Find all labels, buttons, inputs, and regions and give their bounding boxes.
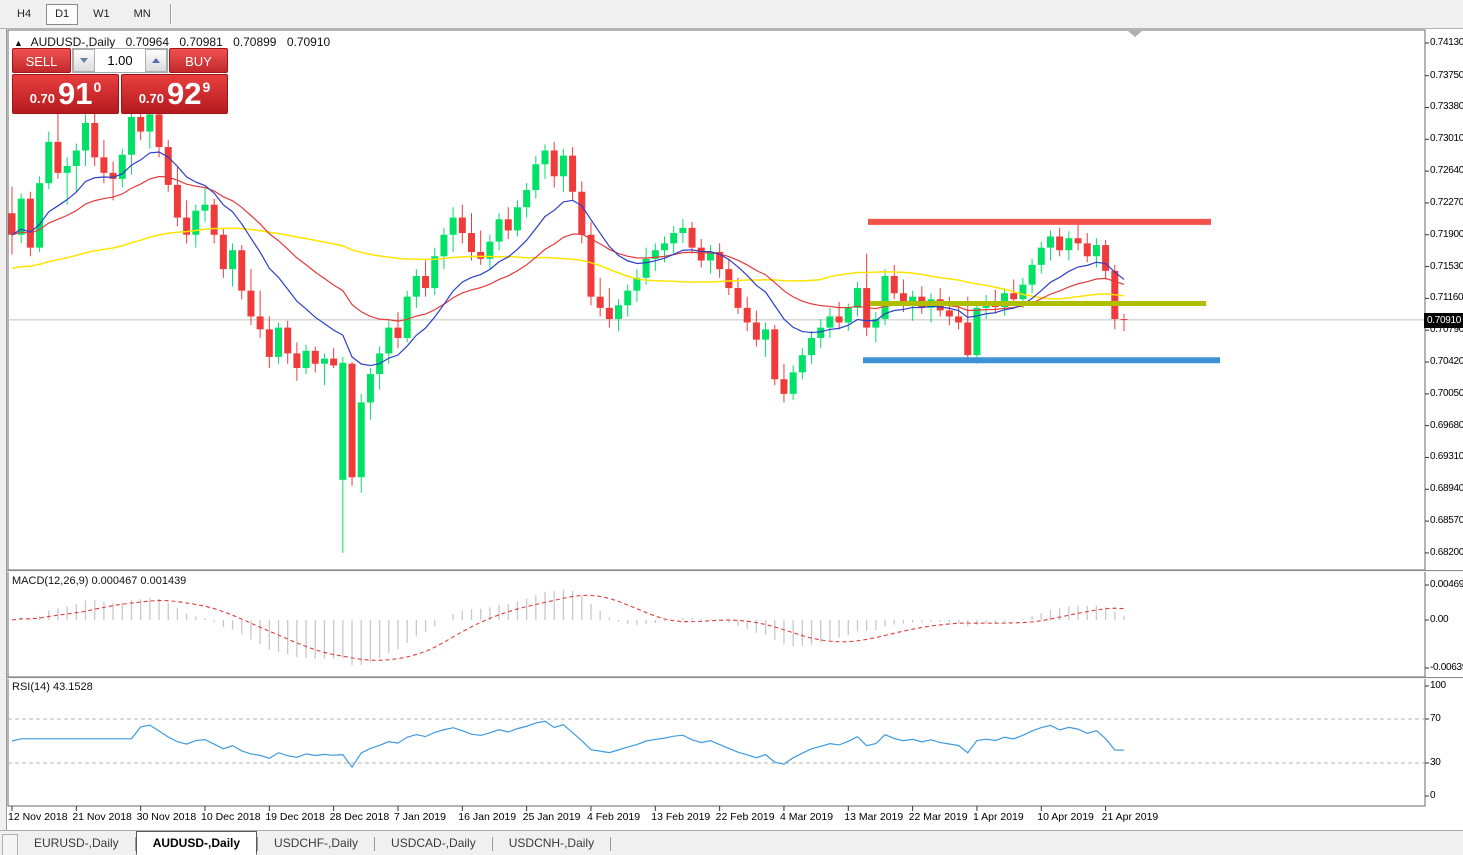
trading-terminal-window: H4 D1 W1 MN ▲ AUDUSD-,Daily 0.70964 0.70981…: [0, 0, 1463, 855]
buy-price-prefix: 0.70: [138, 91, 165, 106]
chart-title: ▲ AUDUSD-,Daily 0.70964 0.70981 0.70899 …: [14, 35, 330, 49]
date-axis-label: 28 Dec 2018: [329, 811, 390, 823]
date-axis-label: 21 Nov 2018: [72, 811, 132, 823]
date-axis-label: 4 Mar 2019: [779, 811, 834, 823]
volume-decrease-button[interactable]: [73, 49, 95, 72]
sell-button[interactable]: SELL: [12, 48, 71, 73]
sell-price-big: 91: [58, 76, 93, 111]
date-axis-label: 10 Apr 2019: [1037, 811, 1094, 823]
volume-input[interactable]: 1.00: [95, 49, 145, 72]
buy-price-pipette: 9: [202, 79, 211, 95]
window-left-edge: [0, 29, 7, 830]
symbol-tab-audusd[interactable]: AUDUSD-,Daily: [135, 831, 258, 855]
macd-axis-label: 0.004694: [1430, 579, 1463, 590]
chart-symbol-label: AUDUSD-,Daily: [30, 35, 116, 49]
price-axis-label: 0.73750: [1430, 69, 1463, 81]
date-axis-label: 19 Dec 2018: [265, 811, 325, 823]
date-axis-label: 13 Feb 2019: [651, 811, 711, 823]
price-axis-label: 0.73380: [1430, 101, 1463, 113]
tab-bar-stub: [2, 834, 18, 855]
macd-histogram: [20, 589, 1125, 666]
date-axis-label: 1 Apr 2019: [972, 811, 1024, 823]
rsi-line: [11, 720, 1125, 769]
ohlc-close: 0.70910: [286, 35, 331, 49]
symbol-tab-usdchf[interactable]: USDCHF-,Daily: [258, 832, 374, 855]
price-axis-label: 0.68200: [1430, 546, 1463, 558]
date-axis-label: 10 Dec 2018: [200, 811, 261, 823]
rsi-value: 43.1528: [52, 681, 93, 693]
rsi-axis-label: 70: [1430, 713, 1441, 724]
timeframe-tab-d1[interactable]: D1: [46, 3, 79, 25]
price-axis-label: 0.71900: [1430, 228, 1463, 240]
price-axis-label: 0.71160: [1430, 292, 1463, 304]
one-click-trading-panel: SELL 1.00 BUY 0.70 91 0 0.70 92 9: [12, 48, 228, 114]
sell-price-prefix: 0.70: [29, 91, 56, 106]
triangle-down-icon: [80, 58, 88, 63]
rsi-axis-label: 100: [1430, 680, 1446, 691]
volume-increase-button[interactable]: [145, 49, 167, 72]
date-axis-label: 25 Jan 2019: [522, 811, 581, 823]
price-axis-label: 0.73010: [1430, 133, 1463, 145]
price-axis-label: 0.68570: [1430, 515, 1463, 527]
objects-arrow-icon: ▲: [14, 38, 23, 48]
chart-shift-marker-icon[interactable]: [1128, 31, 1142, 37]
price-axis-label: 0.70420: [1430, 356, 1463, 368]
current-price-tag: 0.70910: [1424, 313, 1463, 328]
sell-price-pipette: 0: [93, 79, 102, 95]
price-axis-label: 0.68940: [1430, 483, 1463, 495]
price-axis-label: 0.70050: [1430, 387, 1463, 399]
candles-layer: [8, 105, 1128, 553]
timeframe-tab-h4[interactable]: H4: [8, 4, 40, 25]
timeframe-toolbar: H4 D1 W1 MN: [0, 0, 1463, 29]
date-axis-label: 13 Mar 2019: [844, 811, 904, 823]
rsi-axis-label: 0: [1430, 790, 1436, 801]
ohlc-high: 0.70981: [179, 35, 223, 49]
symbol-tab-usdcnh[interactable]: USDCNH-,Daily: [493, 832, 610, 855]
buy-price-panel[interactable]: 0.70 92 9: [121, 74, 228, 114]
macd-label: MACD(12,26,9) 0.000467 0.001439: [12, 575, 187, 587]
price-axis-label: 0.69680: [1430, 419, 1463, 431]
ohlc-low: 0.70899: [233, 35, 277, 49]
volume-spinner: 1.00: [72, 48, 168, 73]
price-axis-label: 0.72640: [1430, 165, 1463, 177]
buy-price-big: 92: [167, 76, 202, 111]
toolbar-separator: [169, 4, 172, 24]
ma-slow-line: [11, 227, 1125, 300]
price-axis-label: 0.74130: [1430, 37, 1463, 48]
macd-values: 0.000467 0.001439: [91, 575, 187, 587]
price-chart-canvas[interactable]: [0, 0, 1463, 855]
ohlc-open: 0.70964: [125, 35, 170, 49]
date-axis-label: 16 Jan 2019: [458, 811, 517, 823]
symbol-tab-bar: EURUSD-,Daily AUDUSD-,Daily USDCHF-,Daily U…: [0, 830, 1463, 855]
symbol-tab-usdcad[interactable]: USDCAD-,Daily: [375, 832, 492, 855]
date-axis-label: 22 Mar 2019: [908, 811, 968, 823]
timeframe-tab-w1[interactable]: W1: [84, 4, 119, 25]
macd-axis-label: 0.00: [1430, 614, 1449, 625]
symbol-tab-eurusd[interactable]: EURUSD-,Daily: [18, 832, 135, 855]
macd-axis-label: -0.00639: [1430, 662, 1463, 673]
date-axis-label: 22 Feb 2019: [715, 811, 775, 823]
sell-price-panel[interactable]: 0.70 91 0: [12, 74, 119, 114]
date-axis-label: 12 Nov 2018: [8, 811, 68, 823]
date-axis-label: 30 Nov 2018: [136, 811, 197, 823]
timeframe-tab-mn[interactable]: MN: [125, 4, 160, 25]
date-axis-label: 21 Apr 2019: [1101, 811, 1159, 823]
tab-separator: [610, 837, 612, 851]
date-axis-label: 7 Jan 2019: [393, 811, 446, 823]
triangle-up-icon: [152, 58, 160, 63]
price-axis-label: 0.69310: [1430, 451, 1463, 463]
buy-button[interactable]: BUY: [169, 48, 228, 73]
rsi-label: RSI(14) 43.1528: [12, 681, 93, 693]
price-axis-label: 0.71530: [1430, 260, 1463, 272]
date-axis-label: 4 Feb 2019: [586, 811, 641, 823]
macd-signal-line: [11, 594, 1125, 661]
price-axis-label: 0.72270: [1430, 196, 1463, 208]
rsi-axis-label: 30: [1430, 757, 1441, 768]
